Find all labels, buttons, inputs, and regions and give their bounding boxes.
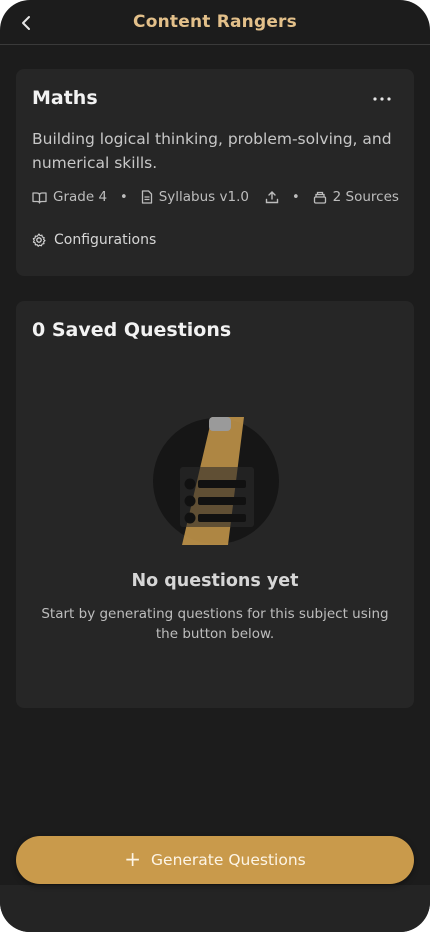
subject-meta: Grade 4 • Syllabus v1.0 • 2 Sources xyxy=(32,187,402,207)
sources-meta: 2 Sources xyxy=(313,189,399,205)
configurations-label: Configurations xyxy=(54,232,157,248)
gear-icon xyxy=(32,233,46,247)
file-text-icon xyxy=(141,190,152,204)
bottom-bar xyxy=(0,885,430,932)
separator-dot: • xyxy=(291,189,300,205)
empty-list-illustration xyxy=(153,417,279,545)
app-screen: Content Rangers Maths Building logical t… xyxy=(0,0,430,932)
more-horizontal-icon xyxy=(373,97,391,101)
app-title: Content Rangers xyxy=(133,12,297,32)
saved-questions-title: 0 Saved Questions xyxy=(32,319,232,341)
generate-questions-button[interactable]: + Generate Questions xyxy=(16,836,414,884)
back-button[interactable] xyxy=(14,11,38,35)
saved-questions-card: 0 Saved Questions No questions yet Start… xyxy=(16,301,414,708)
stack-icon xyxy=(313,191,326,204)
book-open-icon xyxy=(32,191,47,204)
empty-state-title: No questions yet xyxy=(131,571,299,591)
generate-questions-label: Generate Questions xyxy=(151,851,306,869)
sources-label: 2 Sources xyxy=(332,189,399,205)
plus-icon: + xyxy=(124,847,142,871)
syllabus-label: Syllabus v1.0 xyxy=(158,189,249,205)
upload-syllabus-button[interactable] xyxy=(265,190,279,204)
chevron-left-icon xyxy=(22,16,30,30)
grade-meta: Grade 4 xyxy=(32,189,107,205)
subject-name: Maths xyxy=(32,87,98,109)
subject-description: Building logical thinking, problem-solvi… xyxy=(32,130,392,172)
more-options-button[interactable] xyxy=(372,93,392,105)
subject-card: Maths Building logical thinking, problem… xyxy=(16,69,414,276)
grade-label: Grade 4 xyxy=(53,189,108,205)
upload-icon xyxy=(265,191,279,204)
separator-dot: • xyxy=(120,189,128,205)
empty-state-description: Start by generating questions for this s… xyxy=(41,606,389,642)
configurations-link[interactable]: Configurations xyxy=(32,232,156,248)
top-bar: Content Rangers xyxy=(0,0,430,45)
syllabus-meta: Syllabus v1.0 xyxy=(141,189,249,205)
